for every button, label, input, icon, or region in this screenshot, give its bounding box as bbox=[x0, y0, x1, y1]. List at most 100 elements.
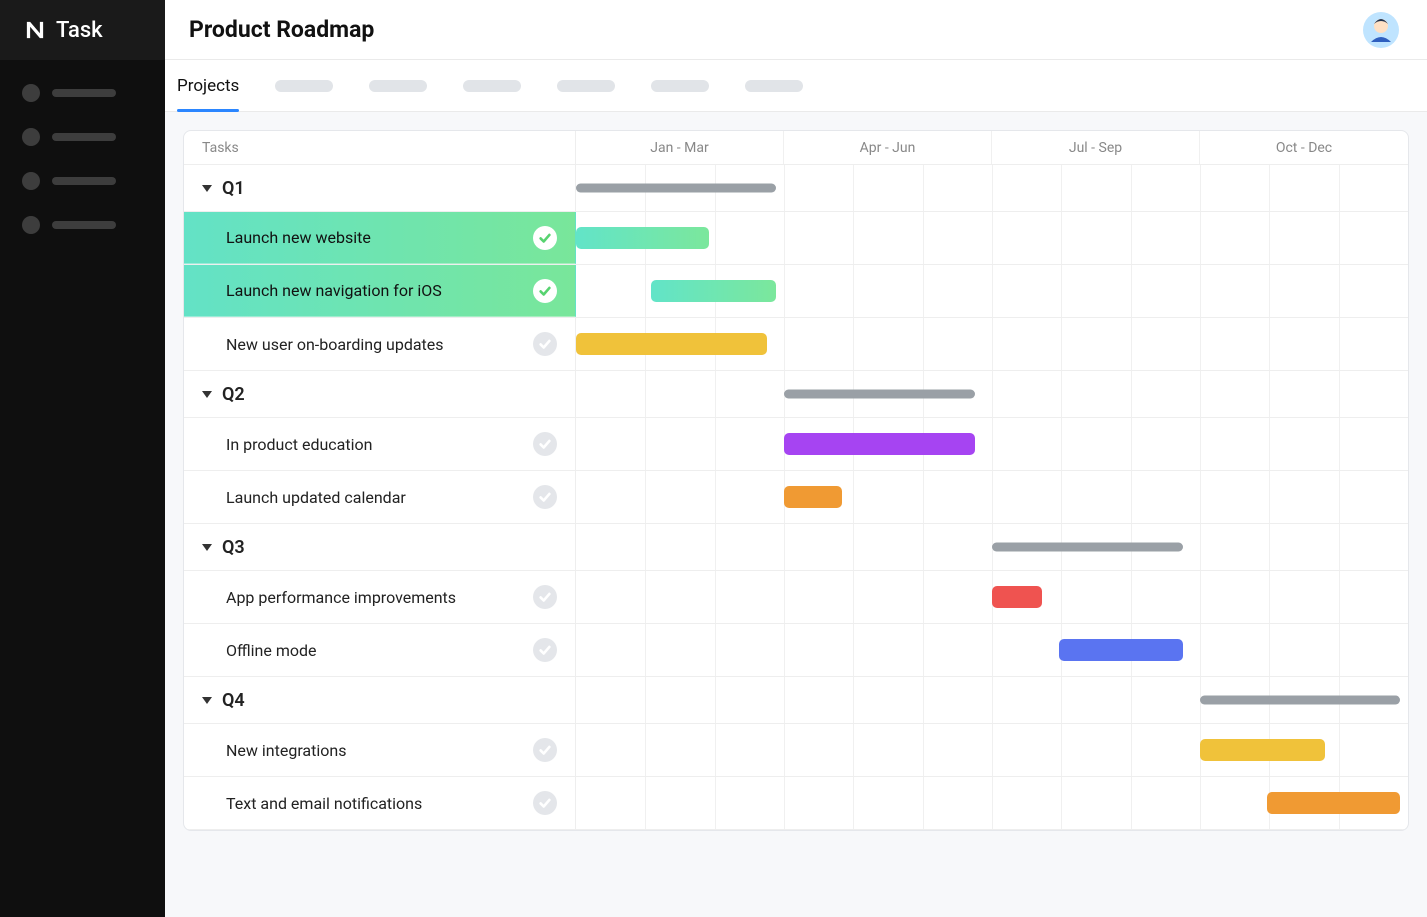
task-row-perf: App performance improvements bbox=[184, 571, 1408, 624]
group-bar-q1[interactable] bbox=[576, 184, 776, 193]
task-row-calendar: Launch updated calendar bbox=[184, 471, 1408, 524]
main: Product Roadmap Projects Tasks bbox=[165, 0, 1427, 917]
tab-placeholder[interactable] bbox=[745, 60, 803, 111]
task-row-launch-nav-ios-label-cell[interactable]: Launch new navigation for iOS bbox=[184, 265, 576, 317]
timeline-header-q4: Oct - Dec bbox=[1200, 131, 1408, 164]
check-todo-icon[interactable] bbox=[533, 485, 557, 509]
leftbar-item-placeholder[interactable] bbox=[22, 84, 165, 102]
app-logo[interactable]: Task bbox=[0, 0, 165, 60]
group-row-q1-label-cell[interactable]: Q1 bbox=[184, 165, 576, 211]
tab-placeholder[interactable] bbox=[463, 60, 521, 111]
header: Product Roadmap bbox=[165, 0, 1427, 60]
timeline-gridlines bbox=[576, 371, 1408, 417]
avatar[interactable] bbox=[1363, 12, 1399, 48]
check-done-icon[interactable] bbox=[533, 279, 557, 303]
task-bar-launch-website[interactable] bbox=[576, 227, 709, 249]
task-row-edu-label-cell[interactable]: In product education bbox=[184, 418, 576, 470]
group-row-q4: Q4 bbox=[184, 677, 1408, 724]
workspace: Tasks Jan - MarApr - JunJul - SepOct - D… bbox=[165, 112, 1427, 917]
task-label: Launch updated calendar bbox=[226, 488, 533, 507]
task-label: Text and email notifications bbox=[226, 794, 533, 813]
group-row-q1: Q1 bbox=[184, 165, 1408, 212]
check-todo-icon[interactable] bbox=[533, 638, 557, 662]
task-row-integrations-timeline bbox=[576, 724, 1408, 776]
board-body: Q1 Launch new website Launch new navigatio… bbox=[184, 165, 1408, 830]
tasks-header-label: Tasks bbox=[202, 140, 239, 156]
task-label: In product education bbox=[226, 435, 533, 454]
task-row-launch-nav-ios: Launch new navigation for iOS bbox=[184, 265, 1408, 318]
leftbar: Task bbox=[0, 0, 165, 917]
task-label: Launch new website bbox=[226, 228, 533, 247]
task-row-launch-website-label-cell[interactable]: Launch new website bbox=[184, 212, 576, 264]
task-bar-onboarding[interactable] bbox=[576, 333, 767, 355]
check-done-icon[interactable] bbox=[533, 226, 557, 250]
task-row-launch-website: Launch new website bbox=[184, 212, 1408, 265]
caret-down-icon[interactable] bbox=[202, 185, 212, 192]
leftbar-item-placeholder[interactable] bbox=[22, 216, 165, 234]
group-row-q3-timeline bbox=[576, 524, 1408, 570]
task-bar-integrations[interactable] bbox=[1200, 739, 1325, 761]
task-label: Offline mode bbox=[226, 641, 533, 660]
task-row-offline: Offline mode bbox=[184, 624, 1408, 677]
group-label: Q1 bbox=[222, 178, 557, 199]
group-row-q2: Q2 bbox=[184, 371, 1408, 418]
group-row-q4-label-cell[interactable]: Q4 bbox=[184, 677, 576, 723]
group-row-q3-label-cell[interactable]: Q3 bbox=[184, 524, 576, 570]
timeline-header-q3: Jul - Sep bbox=[992, 131, 1200, 164]
timeline-header-q2: Apr - Jun bbox=[784, 131, 992, 164]
caret-down-icon[interactable] bbox=[202, 697, 212, 704]
task-label: New user on-boarding updates bbox=[226, 335, 533, 354]
group-label: Q3 bbox=[222, 537, 557, 558]
check-todo-icon[interactable] bbox=[533, 332, 557, 356]
task-row-launch-nav-ios-timeline bbox=[576, 265, 1408, 317]
task-label: Launch new navigation for iOS bbox=[226, 281, 533, 300]
task-bar-launch-nav-ios[interactable] bbox=[651, 280, 776, 302]
tab-placeholder[interactable] bbox=[557, 60, 615, 111]
group-label: Q2 bbox=[222, 384, 557, 405]
task-bar-edu[interactable] bbox=[784, 433, 975, 455]
task-bar-perf[interactable] bbox=[992, 586, 1042, 608]
caret-down-icon[interactable] bbox=[202, 391, 212, 398]
group-row-q2-label-cell[interactable]: Q2 bbox=[184, 371, 576, 417]
tab-placeholder[interactable] bbox=[275, 60, 333, 111]
tab-projects[interactable]: Projects bbox=[177, 60, 239, 111]
group-bar-q4[interactable] bbox=[1200, 696, 1400, 705]
logo-icon bbox=[22, 17, 48, 43]
task-bar-offline[interactable] bbox=[1059, 639, 1184, 661]
task-row-notifications: Text and email notifications bbox=[184, 777, 1408, 830]
tab-placeholder[interactable] bbox=[651, 60, 709, 111]
task-row-integrations-label-cell[interactable]: New integrations bbox=[184, 724, 576, 776]
check-todo-icon[interactable] bbox=[533, 738, 557, 762]
leftbar-items bbox=[0, 60, 165, 234]
caret-down-icon[interactable] bbox=[202, 544, 212, 551]
app-name-label: Task bbox=[56, 18, 103, 43]
leftbar-item-placeholder[interactable] bbox=[22, 128, 165, 146]
task-row-onboarding-label-cell[interactable]: New user on-boarding updates bbox=[184, 318, 576, 370]
check-todo-icon[interactable] bbox=[533, 585, 557, 609]
group-bar-q3[interactable] bbox=[992, 543, 1183, 552]
group-row-q1-timeline bbox=[576, 165, 1408, 211]
task-bar-calendar[interactable] bbox=[784, 486, 842, 508]
tab-label: Projects bbox=[177, 76, 239, 96]
check-todo-icon[interactable] bbox=[533, 791, 557, 815]
check-todo-icon[interactable] bbox=[533, 432, 557, 456]
task-row-onboarding: New user on-boarding updates bbox=[184, 318, 1408, 371]
task-row-offline-label-cell[interactable]: Offline mode bbox=[184, 624, 576, 676]
board-header: Tasks Jan - MarApr - JunJul - SepOct - D… bbox=[184, 131, 1408, 165]
task-bar-notifications[interactable] bbox=[1267, 792, 1400, 814]
group-bar-q2[interactable] bbox=[784, 390, 975, 399]
group-row-q2-timeline bbox=[576, 371, 1408, 417]
tasks-column-header: Tasks bbox=[184, 131, 576, 164]
tab-placeholder[interactable] bbox=[369, 60, 427, 111]
task-row-notifications-label-cell[interactable]: Text and email notifications bbox=[184, 777, 576, 829]
leftbar-item-placeholder[interactable] bbox=[22, 172, 165, 190]
timeline-header: Jan - MarApr - JunJul - SepOct - Dec bbox=[576, 131, 1408, 164]
timeline-gridlines bbox=[576, 418, 1408, 470]
timeline-gridlines bbox=[576, 471, 1408, 523]
group-row-q4-timeline bbox=[576, 677, 1408, 723]
task-row-calendar-label-cell[interactable]: Launch updated calendar bbox=[184, 471, 576, 523]
task-label: App performance improvements bbox=[226, 588, 533, 607]
task-row-perf-label-cell[interactable]: App performance improvements bbox=[184, 571, 576, 623]
group-row-q3: Q3 bbox=[184, 524, 1408, 571]
timeline-header-q1: Jan - Mar bbox=[576, 131, 784, 164]
